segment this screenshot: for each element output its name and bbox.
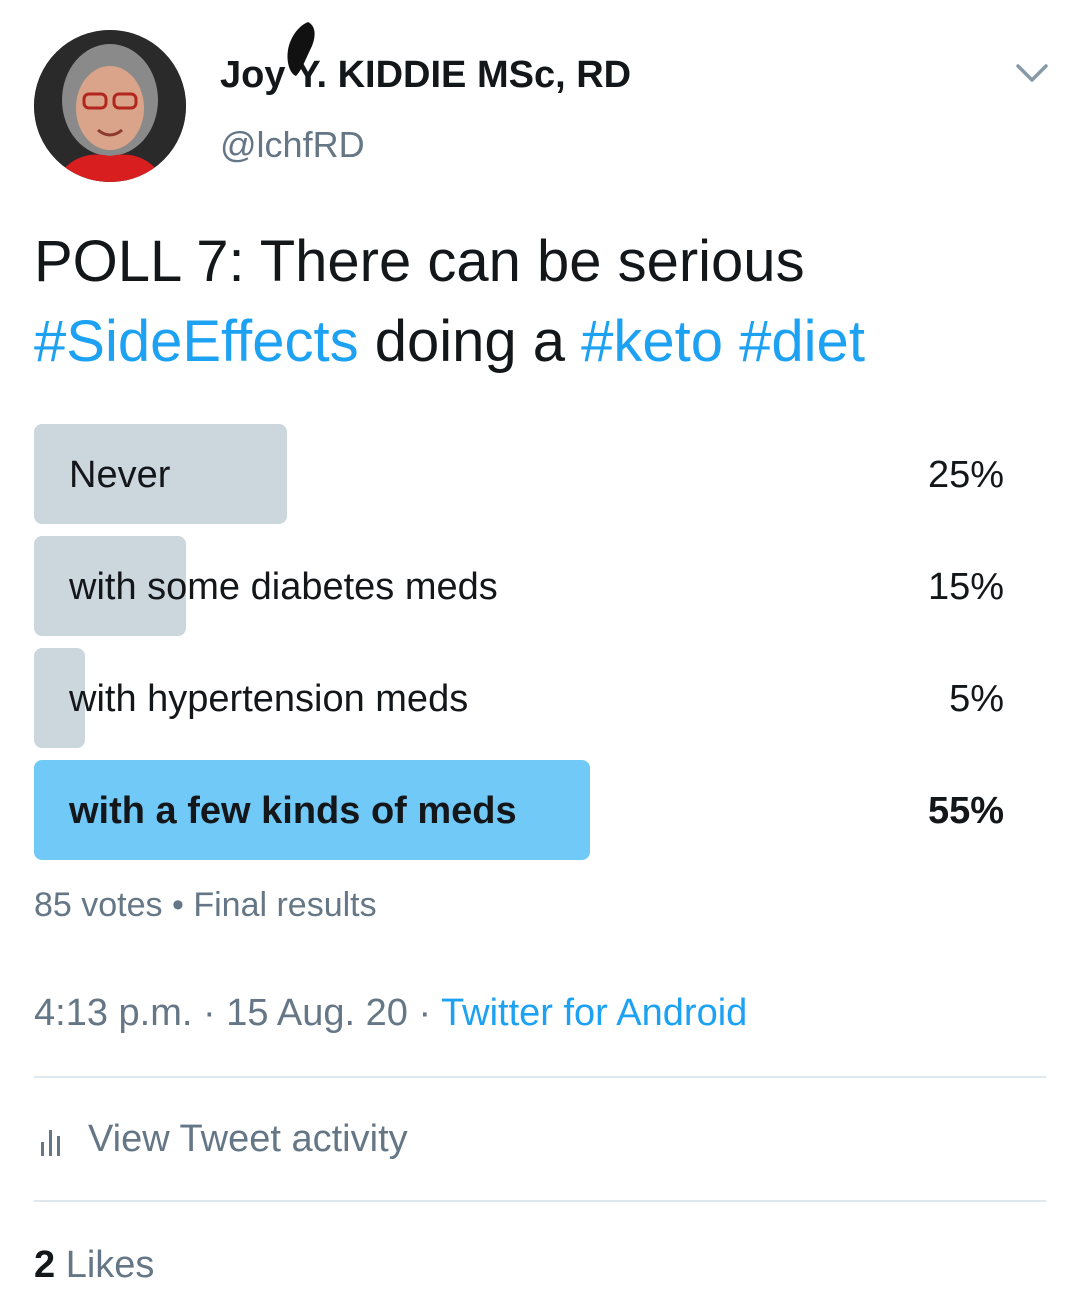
poll-option-percent: 25%: [927, 454, 1004, 496]
poll-option-percent: 5%: [949, 678, 1004, 720]
tweet-time[interactable]: 4:13 p.m.: [34, 992, 192, 1034]
hashtag-link[interactable]: #diet: [739, 309, 865, 374]
bar-chart-icon: [41, 1129, 60, 1156]
activity-label: View Tweet activity: [88, 1118, 408, 1160]
tweet-text-part: POLL 7: There can be serious: [34, 229, 805, 294]
author-handle[interactable]: @lchfRD: [220, 124, 365, 166]
poll-option-label: with hypertension meds: [69, 678, 469, 720]
poll-summary: 85 votes • Final results: [34, 886, 377, 925]
poll-option: with hypertension meds 5%: [34, 648, 1014, 748]
separator-dot: ·: [202, 992, 216, 1034]
poll-option: with some diabetes meds 15%: [34, 536, 1014, 636]
poll-option-percent: 15%: [927, 566, 1004, 608]
likes-stat[interactable]: 2 Likes: [34, 1244, 154, 1287]
avatar-image: [34, 30, 186, 182]
tweet-source-link[interactable]: Twitter for Android: [441, 992, 747, 1034]
tweet-text-part: doing a: [374, 309, 566, 374]
divider: [34, 1076, 1046, 1078]
author-avatar[interactable]: [34, 30, 186, 182]
poll-vote-count: 85 votes: [34, 886, 163, 924]
poll-option: with a few kinds of meds 55%: [34, 760, 1014, 860]
likes-label: Likes: [65, 1244, 155, 1286]
hashtag-link[interactable]: #SideEffects: [34, 309, 359, 374]
tweet-text: POLL 7: There can be serious #SideEffect…: [34, 222, 1044, 382]
divider: [34, 1200, 1046, 1202]
separator-dot: ·: [418, 992, 432, 1034]
poll-option-percent: 55%: [927, 790, 1004, 832]
poll: Never 25% with some diabetes meds 15% wi…: [34, 424, 1014, 872]
poll-option: Never 25%: [34, 424, 1014, 524]
hashtag-link[interactable]: #keto: [581, 309, 723, 374]
chevron-down-icon[interactable]: [1014, 58, 1050, 86]
separator-dot: •: [171, 886, 184, 924]
poll-option-label: with some diabetes meds: [69, 566, 498, 608]
view-tweet-activity-button[interactable]: View Tweet activity: [40, 1118, 408, 1161]
tweet-date[interactable]: 15 Aug. 20: [226, 992, 408, 1034]
poll-status: Final results: [193, 886, 377, 924]
redaction-scribble: [287, 22, 315, 76]
poll-option-label: Never: [69, 454, 171, 496]
tweet-timestamp: 4:13 p.m. · 15 Aug. 20 · Twitter for And…: [34, 992, 747, 1035]
poll-option-label: with a few kinds of meds: [69, 790, 517, 832]
likes-count: 2: [34, 1244, 56, 1286]
